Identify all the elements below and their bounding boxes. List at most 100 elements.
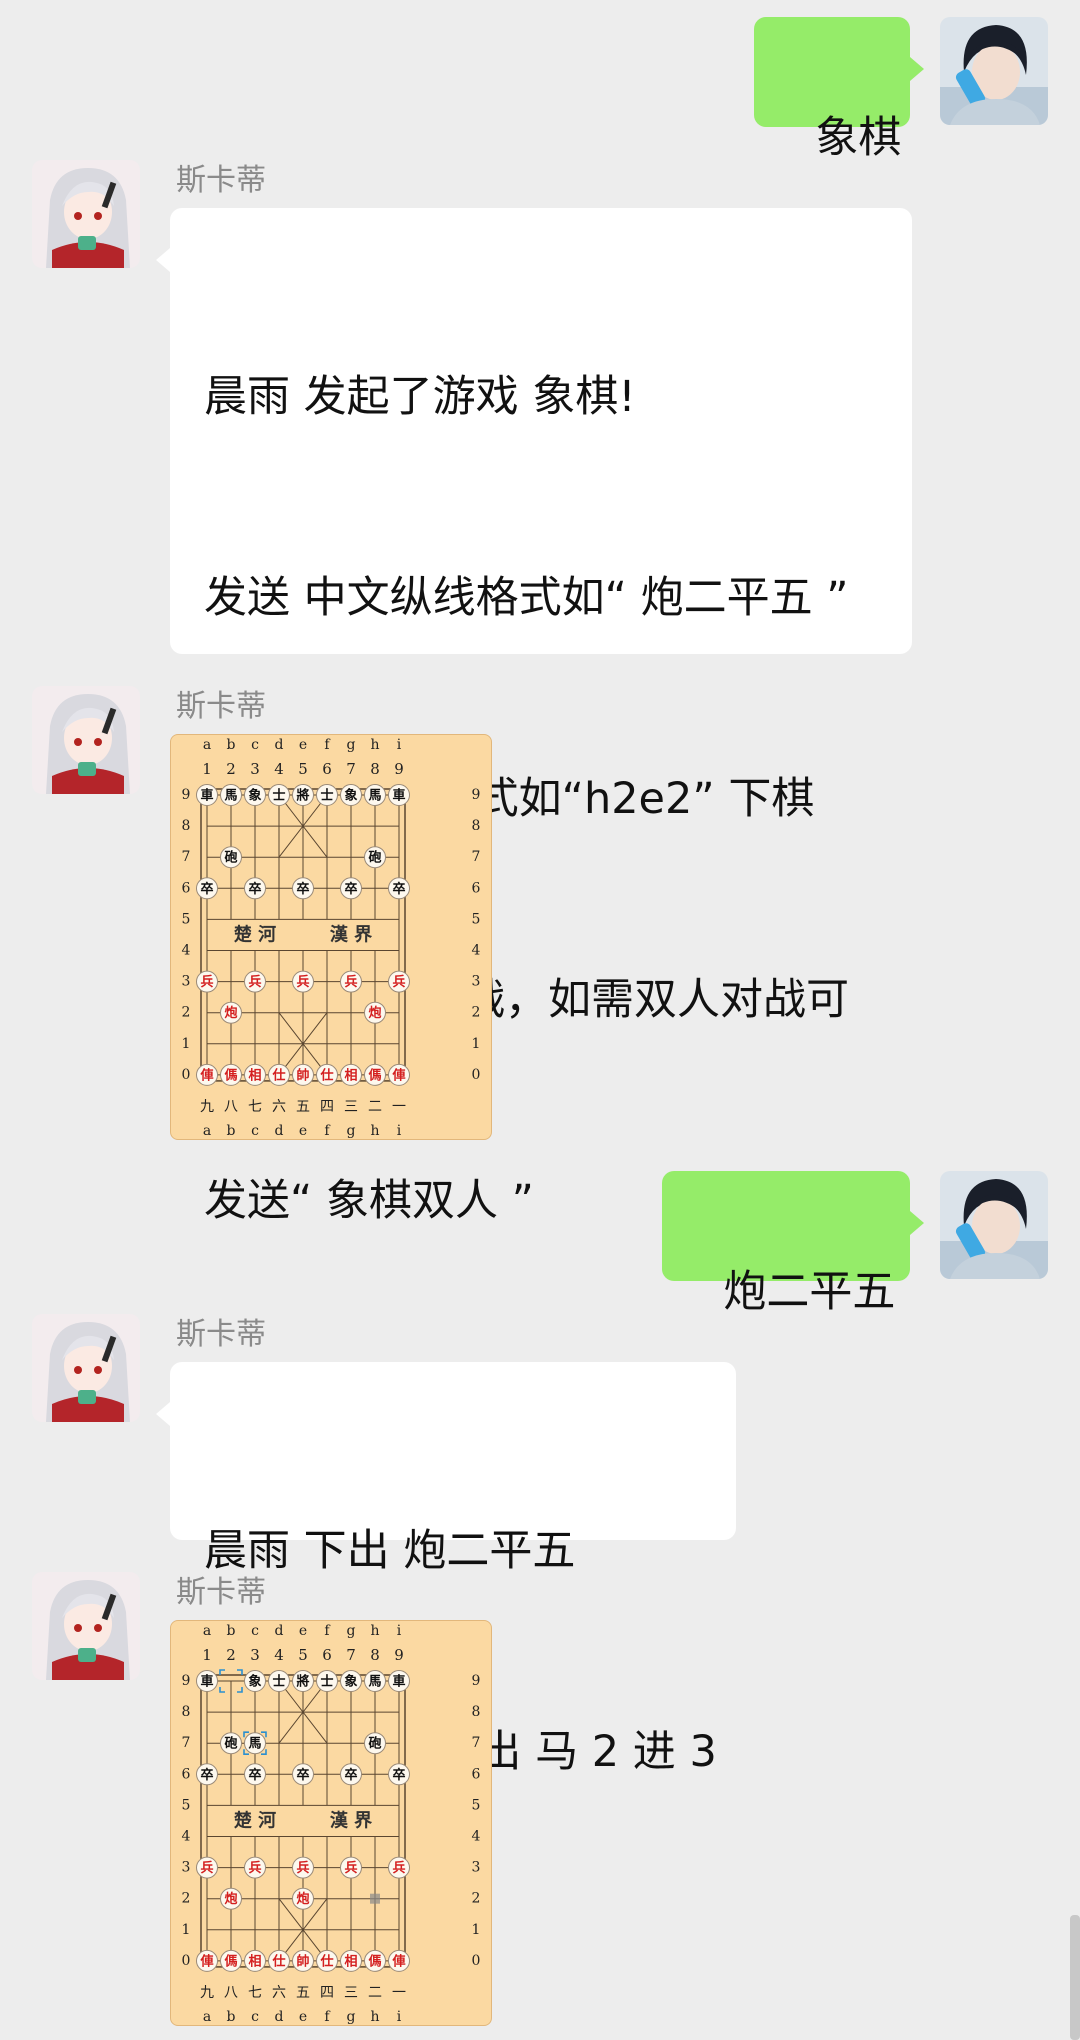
black-piece: 將 [296,1674,309,1690]
black-piece: 士 [320,1674,333,1690]
file-letter-label: i [397,1123,402,1139]
red-piece: 相 [248,1067,261,1083]
file-chinese-label: 六 [272,1985,286,2001]
rank-label-right: 4 [472,1829,481,1845]
rank-label-right: 9 [472,787,481,803]
file-chinese-label: 四 [320,1099,334,1115]
black-piece: 卒 [296,1767,309,1783]
black-piece: 卒 [296,881,309,897]
file-letter-label: a [203,737,211,753]
xiangqi-board: 楚 河漢 界a b c d e f g h i1 2 3 4 5 6 7 8 9九八七六五四三二一a b c d e f g… [182,1623,481,2025]
red-piece: 相 [344,1953,357,1969]
scrollbar[interactable] [1070,1915,1080,2040]
file-number-label: 1 [202,760,212,778]
red-piece: 俥 [391,1953,405,1969]
file-letter-label: b [227,1123,236,1139]
rank-label-left: 5 [182,911,191,927]
black-piece: 卒 [344,1767,357,1783]
rank-label-left: 8 [182,818,191,834]
rank-label-right: 3 [472,1860,481,1876]
message-text: 象棋 [815,113,902,163]
rank-label-left: 0 [182,1953,191,1969]
black-piece: 象 [344,1674,357,1690]
file-number-label: 9 [394,1646,404,1664]
red-piece: 傌 [223,1067,237,1083]
black-piece: 砲 [367,1736,381,1752]
file-chinese-label: 九 [200,1985,214,2001]
black-piece: 士 [320,788,333,804]
rank-label-left: 1 [182,1922,191,1938]
red-piece: 炮 [296,1891,309,1907]
chess-board-image[interactable]: 楚 河漢 界abcdefghi123456789九八七六五四三二一abcdefg… [170,734,492,1140]
file-letter-label: g [347,737,356,753]
rank-label-right: 0 [472,1067,481,1083]
black-piece: 砲 [367,850,381,866]
red-piece: 兵 [392,974,405,990]
red-piece: 仕 [271,1953,285,1969]
file-chinese-label: 一 [392,1099,406,1115]
file-letter-label: e [299,1623,307,1639]
contact-avatar[interactable] [32,1572,140,1680]
rank-label-right: 6 [472,1766,481,1782]
black-piece: 象 [248,1674,261,1690]
file-letter-label: g [347,2009,356,2025]
rank-label-left: 4 [182,943,191,959]
red-piece: 兵 [392,1860,405,1876]
file-chinese-label: 九 [200,1099,214,1115]
self-avatar[interactable] [940,17,1048,125]
file-number-label: 5 [298,1646,308,1664]
message-text: 炮二平五 [723,1267,896,1317]
contact-avatar[interactable] [32,686,140,794]
sender-name: 斯卡蒂 [176,689,266,724]
sender-name: 斯卡蒂 [176,1317,266,1352]
contact-avatar[interactable] [32,160,140,268]
file-letter-label: f [324,1123,331,1139]
rank-label-left: 9 [182,787,191,803]
red-piece: 俥 [199,1067,213,1083]
black-piece: 卒 [248,881,261,897]
chess-board-image[interactable]: 楚 河漢 界abcdefghi123456789九八七六五四三二一abcdefg… [170,1620,492,2026]
rank-label-right: 2 [472,1891,481,1907]
file-number-label: 3 [250,760,260,778]
black-piece: 士 [272,788,285,804]
file-chinese-label: 六 [272,1099,286,1115]
red-piece: 相 [248,1953,261,1969]
file-number-label: 8 [370,1646,380,1664]
message-bubble-other[interactable]: 晨雨 下出 炮二平五 斯卡蒂 lv.4 下出 马 2 进 3 [156,1362,736,1777]
black-piece: 車 [392,1674,405,1690]
message-line: 发送 中文纵线格式如“ 炮二平五 ” [204,573,849,623]
rank-label-right: 7 [472,1735,481,1751]
black-piece: 卒 [344,881,357,897]
rank-label-left: 0 [182,1067,191,1083]
rank-label-right: 3 [472,974,481,990]
file-chinese-label: 三 [344,1099,358,1115]
river-text-right: 漢 界 [330,923,372,945]
black-piece: 卒 [248,1767,261,1783]
file-letter-label: e [299,2009,307,2025]
message-bubble-self[interactable]: 炮二平五 [662,1171,924,1317]
rank-label-right: 8 [472,818,481,834]
file-number-label: 1 [202,1646,212,1664]
black-piece: 車 [392,788,405,804]
red-piece: 兵 [248,1860,261,1876]
file-chinese-label: 七 [248,1985,262,2001]
self-avatar[interactable] [940,1171,1048,1279]
message-bubble-self[interactable]: 象棋 [754,17,924,163]
rank-label-right: 2 [472,1005,481,1021]
file-letter-label: g [347,1123,356,1139]
rank-label-left: 7 [182,1735,191,1751]
file-letter-label: b [227,1623,236,1639]
red-piece: 兵 [296,974,309,990]
red-piece: 仕 [319,1067,333,1083]
file-letter-label: d [275,1123,284,1139]
red-piece: 相 [344,1067,357,1083]
rank-label-right: 1 [472,1922,481,1938]
red-piece: 俥 [391,1067,405,1083]
contact-avatar[interactable] [32,1314,140,1422]
red-piece: 炮 [224,1891,237,1907]
file-chinese-label: 二 [368,1985,382,2001]
rank-label-right: 8 [472,1704,481,1720]
file-letter-label: d [275,2009,284,2025]
black-piece: 馬 [224,789,237,804]
message-bubble-other[interactable]: 晨雨 发起了游戏 象棋! 发送 中文纵线格式如“ 炮二平五 ” 或 起始坐标格式… [156,208,912,1427]
